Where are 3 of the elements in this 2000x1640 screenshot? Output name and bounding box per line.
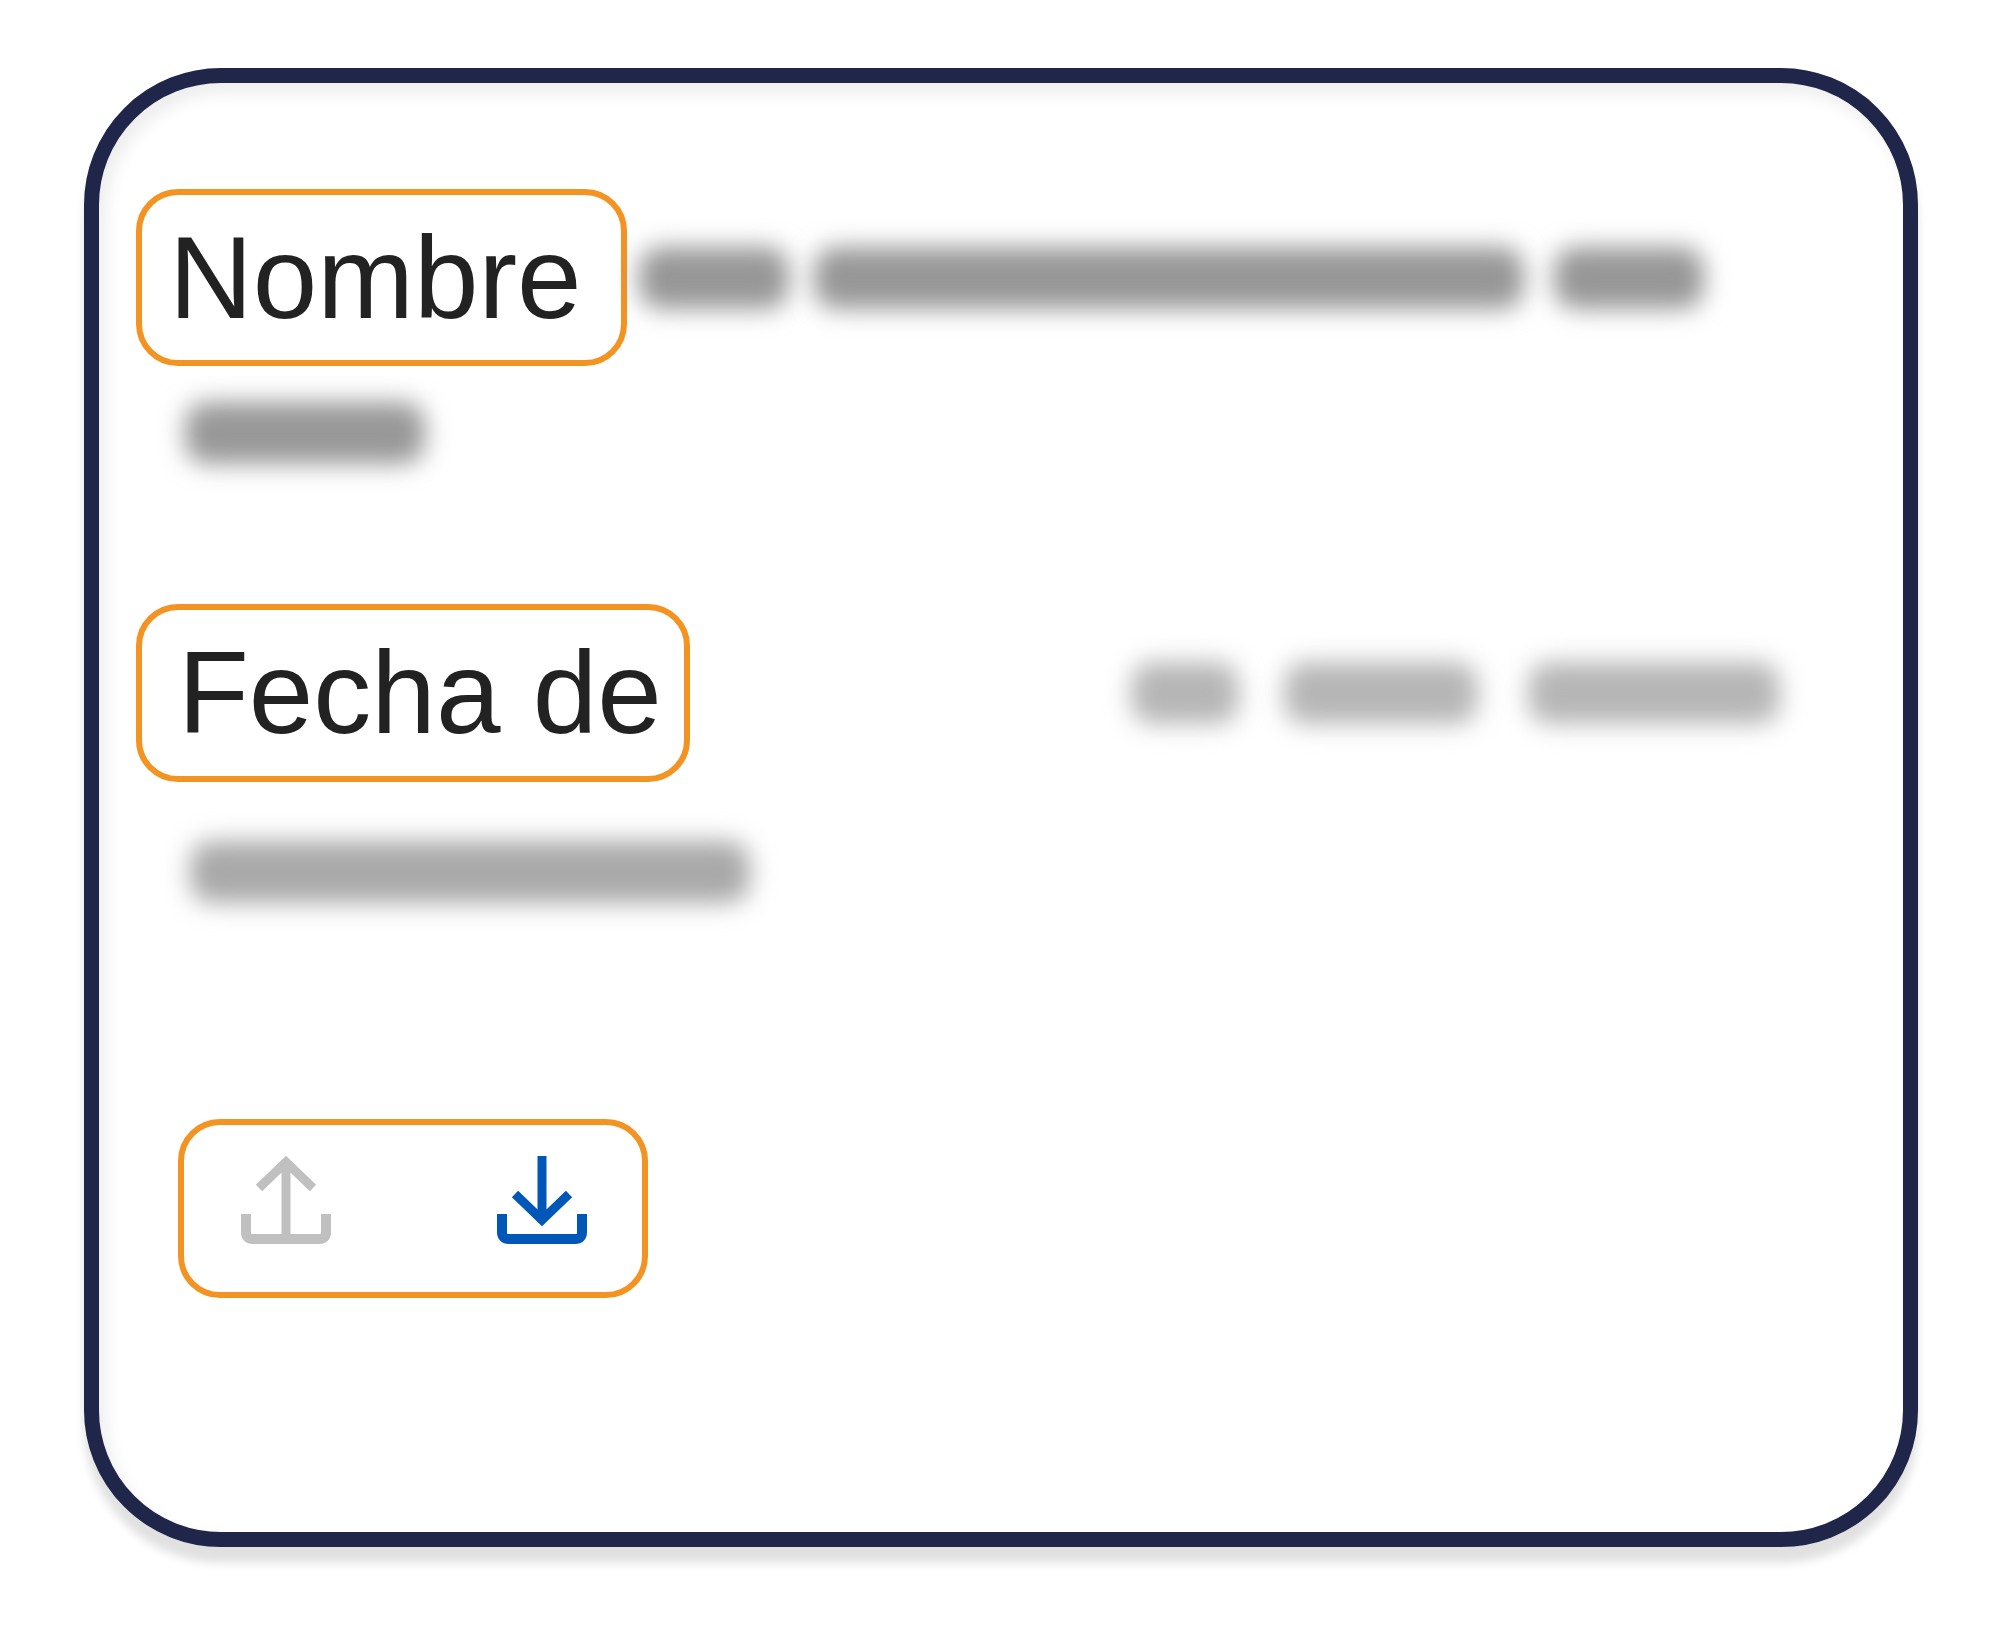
download-icon[interactable] [497, 1156, 587, 1244]
field-label: Nombre [169, 219, 582, 336]
field-label: Fecha de [178, 635, 662, 751]
